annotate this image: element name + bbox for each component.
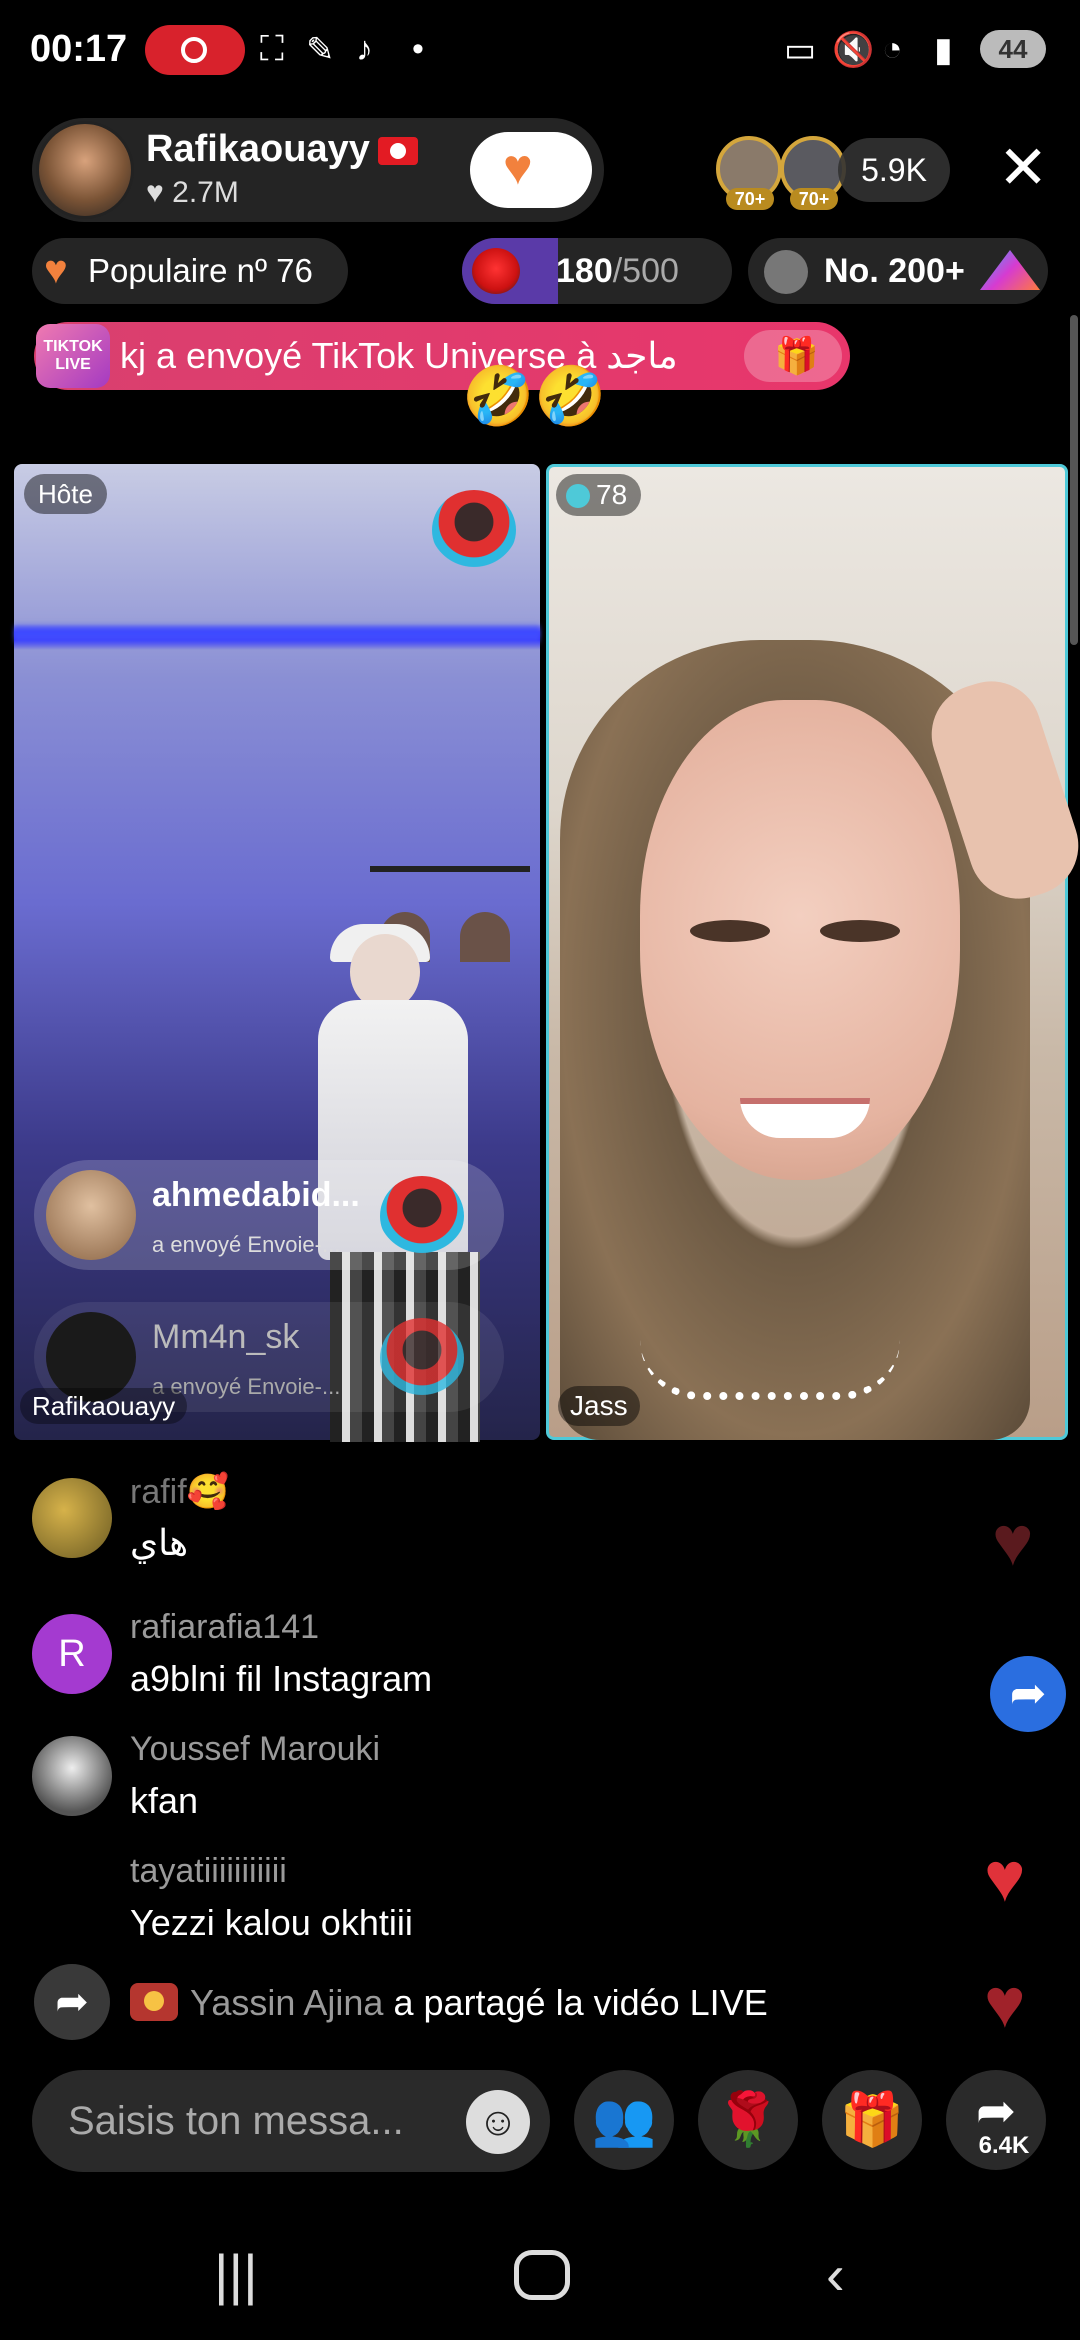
gift-user-name-1: ahmedabid... — [152, 1176, 360, 1214]
chat-username-4[interactable]: tayatiiiiiiiiiii — [130, 1852, 287, 1891]
top-viewer-badge-1: 70+ — [726, 188, 774, 210]
guest-mouth — [740, 1098, 870, 1138]
mascot-badge-icon — [432, 490, 516, 570]
chat-avatar-1[interactable] — [32, 1478, 112, 1558]
goal-mascot-icon — [472, 248, 520, 294]
guest-necklace — [640, 1340, 900, 1400]
message-input-placeholder[interactable]: Saisis ton messa... — [68, 2070, 404, 2172]
guest-name-tag: Jass — [558, 1386, 640, 1426]
back-icon[interactable]: ‹ — [826, 2240, 845, 2310]
fan-club-level: 28 — [532, 162, 564, 193]
multi-guest-icon[interactable]: 👥 — [574, 2070, 674, 2170]
cast-icon: ▭ — [784, 31, 817, 69]
fan-badge-icon — [130, 1983, 178, 2021]
host-head — [350, 934, 420, 1010]
wifi-icon: ◔ — [882, 30, 903, 68]
chat-avatar-2[interactable]: R — [32, 1614, 112, 1694]
guest-eye-left — [690, 920, 770, 942]
guest-eye-right — [820, 920, 900, 942]
gift-mascot-icon-2 — [380, 1318, 464, 1398]
chat-avatar-3[interactable] — [32, 1736, 112, 1816]
chat-username-2[interactable]: rafiarafia141 — [130, 1608, 319, 1647]
signal-icon: ▮ — [934, 31, 953, 69]
host-name[interactable]: Rafikaouayy — [146, 128, 418, 171]
edit-icon: ✎ — [306, 31, 335, 69]
viewer-count[interactable]: 5.9K — [838, 138, 950, 202]
chat-username-3[interactable]: Youssef Marouki — [130, 1730, 380, 1769]
chat-message-3: kfan — [130, 1780, 199, 1821]
recent-apps-icon[interactable]: ||| — [214, 2240, 258, 2310]
rose-gift-icon[interactable]: 🌹 — [698, 2070, 798, 2170]
laughing-emoji-icons: 🤣🤣 — [462, 364, 607, 429]
goal-progress: 180/500 — [556, 252, 679, 290]
share-notification: Yassin Ajina a partagé la vidéo LIVE — [130, 1982, 768, 2024]
chat-message-1: هاي — [130, 1522, 189, 1563]
score-icon — [566, 484, 590, 508]
host-name-tag: Rafikaouayy — [20, 1388, 188, 1424]
popular-heart-icon: ♥ — [44, 248, 68, 292]
host-likes: ♥ 2.7M — [146, 176, 239, 209]
home-icon[interactable] — [514, 2250, 570, 2300]
host-avatar[interactable] — [36, 121, 134, 219]
clock: 00:17 — [30, 28, 128, 70]
status-bar: 00:17 ⛶ ✎ ♪ • ▭ 🔇 ◔ ▮ 44 — [0, 0, 1080, 100]
record-icon[interactable] — [145, 25, 245, 75]
like-heart-icon: ♥ — [984, 1838, 1026, 1916]
popular-rank-pill[interactable]: Populaire nº 76 — [32, 238, 348, 304]
tiktok-live-logo: TIKTOK LIVE — [36, 324, 110, 388]
like-heart-icon-2: ♥ — [984, 1964, 1026, 2042]
dot-icon: • — [412, 30, 424, 68]
guest-score: 78 — [556, 474, 642, 516]
gift-button-icon[interactable]: 🎁 — [822, 2070, 922, 2170]
ranking-label: No. 200+ — [824, 252, 965, 290]
battery-indicator: 44 — [980, 30, 1046, 68]
screenshot-icon: ⛶ — [260, 30, 284, 68]
gift-user-avatar-1 — [46, 1170, 136, 1260]
gift-icon: 🎁 — [774, 335, 819, 376]
gift-sub-1: a envoyé Envoie-... — [152, 1232, 341, 1257]
scrollbar[interactable] — [1070, 315, 1078, 645]
tiktok-icon: ♪ — [356, 30, 373, 68]
host-tag: Hôte — [24, 474, 107, 514]
chat-username-1[interactable]: rafif🥰 — [130, 1472, 229, 1512]
share-arrow-icon[interactable]: ➦ — [990, 1656, 1066, 1732]
close-icon[interactable]: ✕ — [998, 136, 1048, 200]
ranking-avatar — [764, 250, 808, 294]
fan-club-heart-icon: ♥ — [503, 139, 533, 195]
share-count: 6.4K — [978, 2132, 1030, 2159]
tunisia-flag-icon — [377, 136, 418, 165]
top-viewer-badge-2: 70+ — [790, 188, 838, 210]
gift-user-name-2: Mm4n_sk — [152, 1318, 300, 1356]
share-icon[interactable]: ➦ — [34, 1964, 110, 2040]
chat-message-4: Yezzi kalou okhtiii — [130, 1902, 413, 1943]
chat-message-2: a9blni fil Instagram — [130, 1658, 433, 1699]
ceiling-light — [14, 622, 540, 644]
gift-mascot-icon-1 — [380, 1176, 464, 1256]
emoji-icon[interactable]: ☺ — [466, 2090, 530, 2154]
floating-heart-icon: ♥ — [992, 1502, 1034, 1580]
mute-icon: 🔇 — [832, 31, 875, 69]
